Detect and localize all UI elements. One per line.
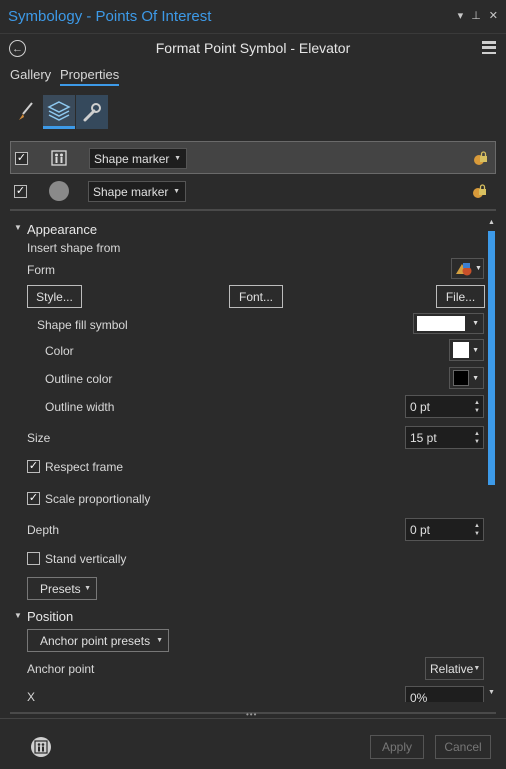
lock-icon[interactable] [472,184,487,202]
tab-gallery[interactable]: Gallery [10,67,51,82]
wrench-icon[interactable] [76,95,108,129]
footer [0,718,506,769]
divider [10,209,496,211]
anchor-point-presets-dropdown[interactable]: Anchor point presets ▼ [27,629,169,652]
layer-visible-checkbox[interactable]: ✓ [14,185,27,198]
symbol-layer-row[interactable]: ✓ Shape marker ▼ [10,175,496,208]
spinner-arrows-icon[interactable]: ▲ ▼ [474,399,480,415]
spinner-arrows-icon[interactable]: ▲ ▼ [474,522,480,538]
font-button[interactable]: Font... [229,285,283,308]
respect-frame-checkbox[interactable]: ✓ [27,460,40,473]
depth-input[interactable]: 0 pt ▲ ▼ [405,518,484,541]
scroll-down-icon[interactable]: ▼ [488,689,495,696]
chevron-down-icon: ▼ [174,155,181,162]
file-button[interactable]: File... [436,285,485,308]
elevator-preview-icon [31,737,51,757]
shapes-icon [456,262,472,275]
style-button[interactable]: Style... [27,285,82,308]
scroll-up-icon[interactable]: ▲ [488,219,495,226]
symbol-brush-icon[interactable] [10,95,42,129]
chevron-down-icon: ▼ [472,346,479,354]
chevron-down-icon: ▼ [473,665,481,672]
layer-type-select[interactable]: Shape marker ▼ [89,148,187,169]
collapse-chevron-icon[interactable]: ▼ [14,223,22,232]
layer-type-select[interactable]: Shape marker ▼ [88,181,186,202]
size-label: Size [27,431,51,445]
pin-icon[interactable]: ⊥ [471,9,481,22]
form-shape-picker[interactable]: ▼ [451,258,484,279]
scrollbar-thumb[interactable] [488,231,495,485]
window-title: Symbology - Points Of Interest [8,8,212,25]
chevron-down-icon: ▼ [472,374,479,382]
chevron-down-icon: ▼ [84,585,91,592]
tab-properties[interactable]: Properties [60,67,120,86]
hamburger-menu-icon[interactable] [482,41,496,54]
x-label: X [27,690,36,704]
stand-vertically-label: Stand vertically [45,552,127,566]
anchor-point-select[interactable]: Relative ▼ [425,657,484,680]
x-input[interactable]: 0% [405,686,484,702]
close-icon[interactable]: ✕ [489,9,498,22]
insert-shape-label: Insert shape from [27,241,121,255]
apply-button[interactable]: Apply [370,735,424,759]
dropdown-icon[interactable]: ▾ [458,9,464,22]
cancel-button[interactable]: Cancel [435,735,491,759]
chevron-down-icon: ▼ [156,637,163,644]
outline-color-label: Outline color [45,372,113,386]
form-label: Form [27,263,55,277]
anchor-point-label: Anchor point [27,662,95,676]
appearance-heading: Appearance [27,222,98,237]
page-title: Format Point Symbol - Elevator [155,40,351,56]
lock-icon[interactable] [473,151,488,169]
outline-width-label: Outline width [45,400,115,414]
respect-frame-label: Respect frame [45,460,124,474]
shape-fill-symbol-picker[interactable]: ▼ [413,313,484,334]
presets-dropdown[interactable]: Presets ▼ [27,577,97,600]
circle-symbol-icon [49,181,69,201]
outline-color-picker[interactable]: ▼ [449,367,484,389]
color-swatch [453,342,469,358]
size-input[interactable]: 15 pt ▲ ▼ [405,426,484,449]
color-label: Color [45,344,74,358]
fill-swatch [417,316,465,331]
scale-proportionally-checkbox[interactable]: ✓ [27,492,40,505]
stand-vertically-checkbox[interactable] [27,552,40,565]
chevron-down-icon: ▼ [475,265,482,272]
shape-fill-symbol-label: Shape fill symbol [37,318,128,332]
chevron-down-icon: ▼ [472,320,479,327]
color-picker[interactable]: ▼ [449,339,484,361]
collapse-chevron-icon[interactable]: ▼ [14,611,22,620]
spinner-arrows-icon[interactable]: ▲ ▼ [474,430,480,446]
window-controls: ▾ ⊥ ✕ [458,9,498,22]
layers-icon[interactable] [43,95,75,129]
position-heading: Position [27,609,74,624]
elevator-symbol-icon [51,149,67,170]
layer-visible-checkbox[interactable]: ✓ [15,152,28,165]
depth-label: Depth [27,523,60,537]
outline-color-swatch [453,370,469,386]
outline-width-input[interactable]: 0 pt ▲ ▼ [405,395,484,418]
symbol-layer-row[interactable]: ✓ Shape marker ▼ [10,141,496,174]
scale-proportionally-label: Scale proportionally [45,492,151,506]
chevron-down-icon: ▼ [173,188,180,195]
